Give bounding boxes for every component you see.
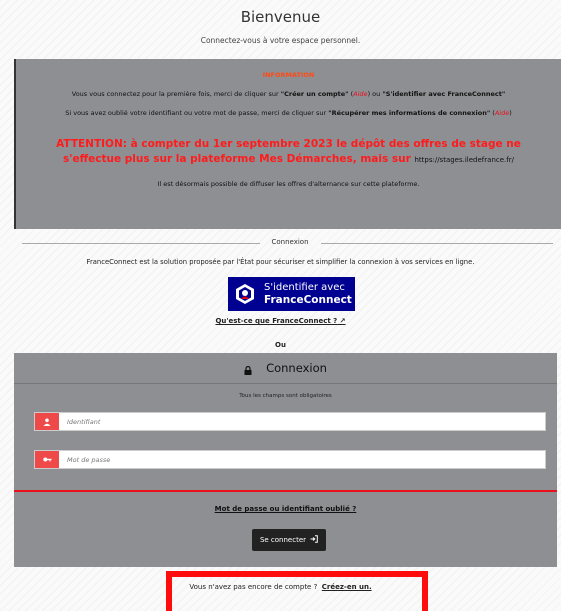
or-label: Ou <box>275 341 286 349</box>
sign-in-icon <box>310 535 318 545</box>
info-line2-text: Si vous avez oublié votre identifiant ou… <box>65 109 329 117</box>
help-link-recover[interactable]: Aide <box>495 109 509 117</box>
info-forgot-text: Si vous avez oublié votre identifiant ou… <box>16 109 561 117</box>
franceconnect-logo-icon <box>234 283 256 305</box>
signup-prompt: Vous n'avez pas encore de compte ? Créez… <box>0 583 561 591</box>
login-divider <box>14 490 557 492</box>
password-input[interactable] <box>59 451 545 468</box>
external-link-icon: ↗ <box>337 317 346 325</box>
login-panel: Connexion Tous les champs sont obligatoi… <box>14 353 557 567</box>
login-title: Connexion <box>266 361 327 375</box>
create-account-link[interactable]: Créez-en un. <box>322 583 372 591</box>
login-button[interactable]: Se connecter <box>252 529 326 551</box>
info-alternance-text: Il est désormais possible de diffuser le… <box>157 180 420 188</box>
franceconnect-button[interactable]: S'identifier avec FranceConnect <box>228 277 355 311</box>
information-heading: INFORMATION <box>262 71 315 79</box>
forgot-credentials-link[interactable]: Mot de passe ou identifiant oublié ? <box>14 505 557 513</box>
info-line1-or: ) ou <box>367 90 383 98</box>
signup-highlight-box <box>166 571 428 611</box>
franceconnect-description: FranceConnect est la solution proposée p… <box>86 258 475 266</box>
franceconnect-ref: "S'identifier avec FranceConnect" <box>382 90 506 98</box>
signup-prompt-text: Vous n'avez pas encore de compte ? <box>189 583 318 591</box>
franceconnect-button-line2: FranceConnect <box>264 294 352 306</box>
info-first-login-text: Vous vous connectez pour la première foi… <box>16 90 561 98</box>
attention-notice: ATTENTION: à compter du 1er septembre 20… <box>16 137 561 168</box>
password-field <box>34 450 546 469</box>
information-box: INFORMATION Vous vous connectez pour la … <box>14 59 561 229</box>
separator-line-right <box>321 243 553 244</box>
franceconnect-button-line1: S'identifier avec <box>264 282 345 293</box>
create-account-ref: "Créer un compte" <box>280 90 349 98</box>
user-icon <box>35 413 59 430</box>
login-button-label: Se connecter <box>259 536 307 544</box>
separator-line-left <box>22 243 260 244</box>
attention-url: https://stages.iledefrance.fr/ <box>414 156 514 164</box>
info-line1-text: Vous vous connectez pour la première foi… <box>71 90 281 98</box>
franceconnect-info-link[interactable]: Qu'est-ce que FranceConnect ? ↗ <box>0 317 561 325</box>
page-title: Bienvenue <box>240 8 321 26</box>
required-fields-note: Tous les champs sont obligatoires <box>239 393 332 399</box>
franceconnect-button-text: S'identifier avec FranceConnect <box>264 282 352 306</box>
username-field <box>34 412 546 431</box>
help-link-create[interactable]: Aide <box>353 90 367 98</box>
key-icon <box>35 451 59 468</box>
username-input[interactable] <box>59 413 545 430</box>
login-header: Connexion <box>14 353 557 384</box>
separator-label: Connexion <box>271 238 309 246</box>
recover-info-ref: "Récupérer mes informations de connexion… <box>328 109 491 117</box>
franceconnect-info-link-label: Qu'est-ce que FranceConnect ? <box>215 317 338 325</box>
page-subtitle: Connectez-vous à votre espace personnel. <box>200 36 361 45</box>
lock-icon <box>244 364 252 375</box>
info-line2-close: ) <box>509 109 512 117</box>
